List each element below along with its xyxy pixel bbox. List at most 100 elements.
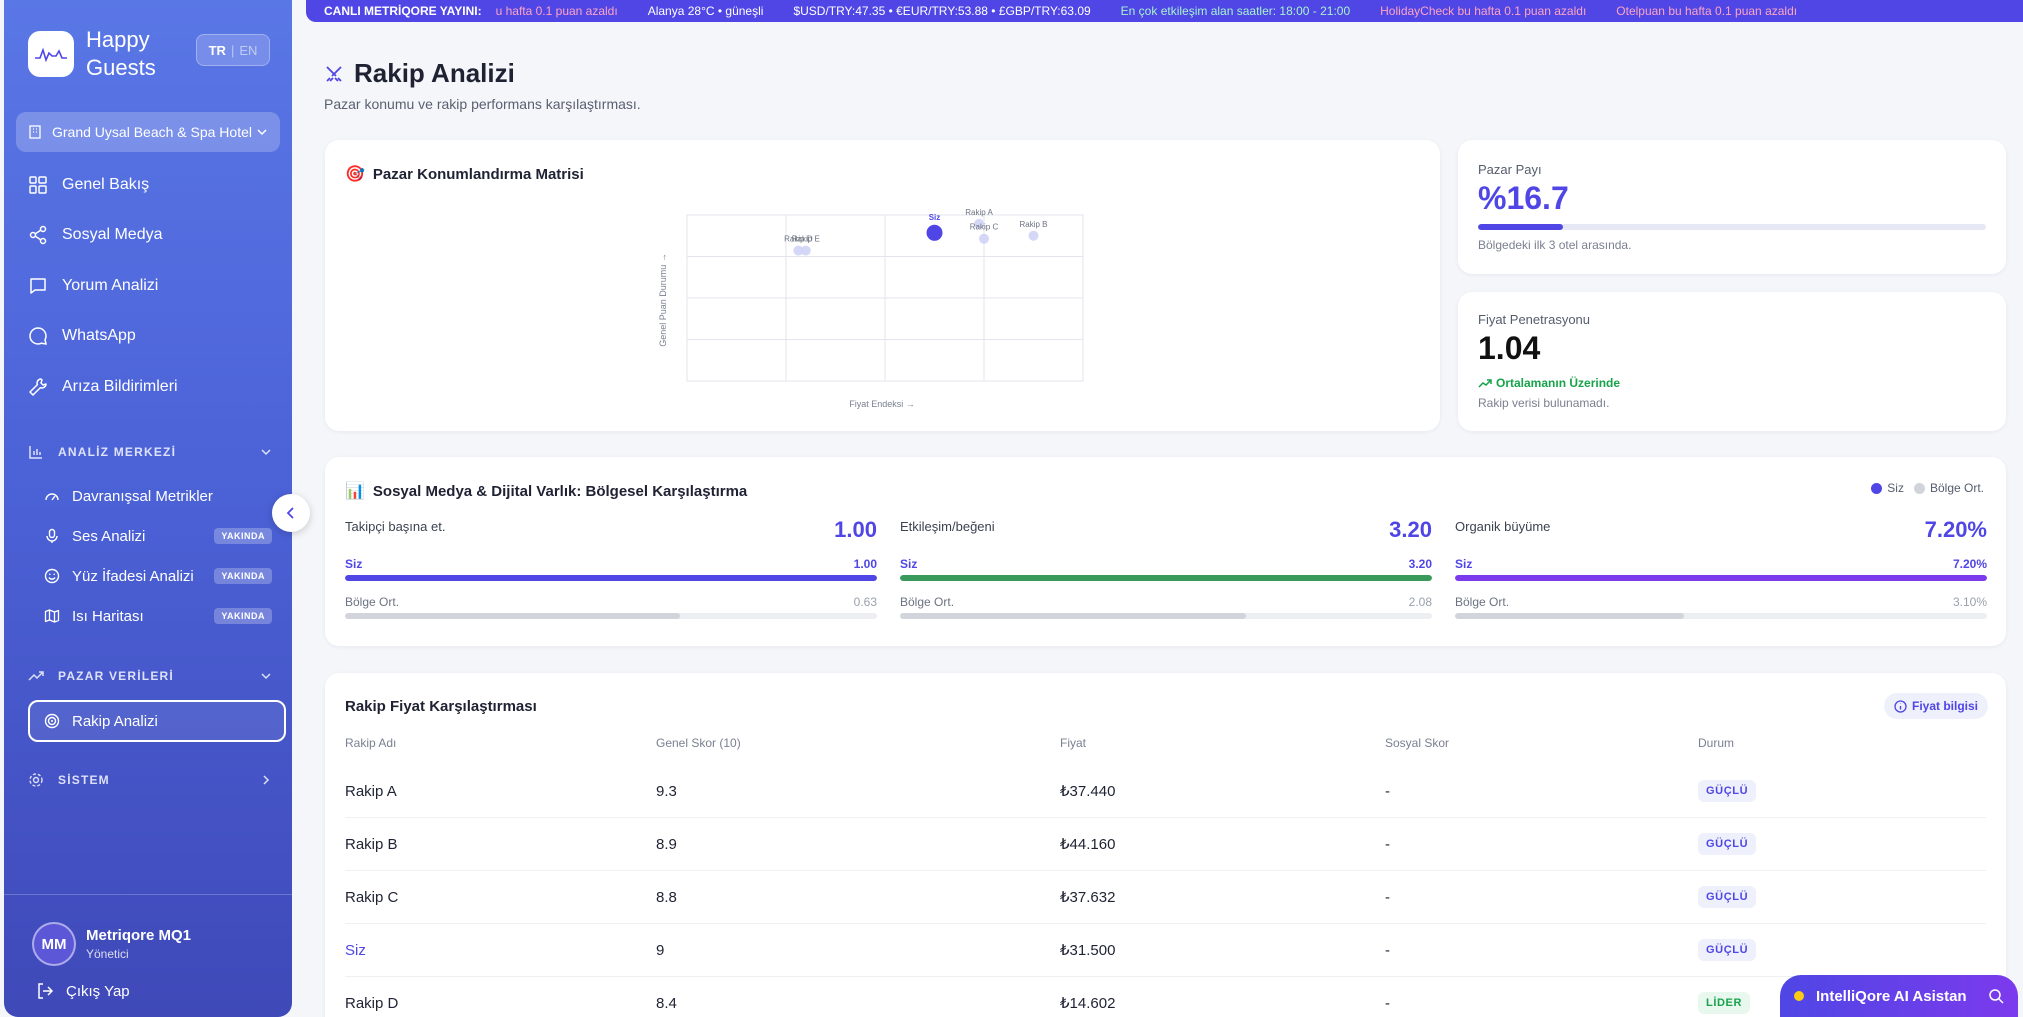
nav-ariza-bildirimleri[interactable]: Arıza Bildirimleri <box>28 372 178 402</box>
legend-dot-you <box>1871 482 1883 494</box>
you-bar <box>900 575 1432 581</box>
page-title: Rakip Analizi <box>324 58 515 89</box>
section-pazar-verileri[interactable]: PAZAR VERİLERİ <box>28 666 272 686</box>
table-row: Rakip D 8.4 ₺14.602 - LİDER <box>345 977 1986 1017</box>
you-label: Siz <box>900 557 918 571</box>
nav-label: Sosyal Medya <box>62 226 163 243</box>
legend-avg: Bölge Ort. <box>1929 481 1984 495</box>
price-penetration-value: 1.04 <box>1478 330 1541 366</box>
logout-icon <box>38 983 54 999</box>
live-ticker: CANLI METRİQORE YAYINI: u hafta 0.1 puan… <box>306 0 2023 22</box>
cell-score: 8.8 <box>656 888 677 906</box>
target-icon <box>44 713 60 729</box>
trending-up-icon <box>1478 379 1492 388</box>
cell-price: ₺44.160 <box>1060 836 1116 853</box>
metric-takipci: Takipçi başına et. 1.00 Siz 1.00 Bölge Or… <box>345 517 877 619</box>
section-title: ANALİZ MERKEZİ <box>58 445 177 459</box>
logout-button[interactable]: Çıkış Yap <box>36 982 130 1000</box>
price-info-button[interactable]: Fiyat bilgisi <box>1883 693 1988 719</box>
cell-social: - <box>1385 941 1390 959</box>
nav-label: Yorum Analizi <box>62 277 159 294</box>
status-badge: GÜÇLÜ <box>1698 780 1757 802</box>
message-icon <box>30 278 46 294</box>
market-share-label: Pazar Payı <box>1478 162 1542 177</box>
section-title: SİSTEM <box>58 773 110 787</box>
user-role: Yönetici <box>86 947 129 961</box>
ai-assistant-button[interactable]: IntelliQore AI Asistan <box>1780 975 2018 1017</box>
sub-label: Yüz İfadesi Analizi <box>72 567 194 585</box>
avg-value: 2.08 <box>1408 595 1432 609</box>
cell-status: GÜÇLÜ <box>1698 871 1757 923</box>
table-header: Rakip Adı Genel Skor (10) Fiyat Sosyal S… <box>345 733 1986 753</box>
nav-whatsapp[interactable]: WhatsApp <box>28 321 136 351</box>
language-switch[interactable]: TR | EN <box>196 34 270 66</box>
ticker-live-label: CANLI METRİQORE YAYINI: <box>324 4 482 18</box>
sub-label: Isı Haritası <box>72 607 144 625</box>
social-comparison-card: 📊 Sosyal Medya & Dijital Varlık: Bölgese… <box>325 457 2006 646</box>
cell-social: - <box>1385 835 1390 853</box>
price-table-card: Rakip Fiyat Karşılaştırması Fiyat bilgis… <box>325 673 2006 1017</box>
lang-en[interactable]: EN <box>239 43 257 58</box>
chevron-left-icon <box>286 507 294 519</box>
table-row: Siz 9 ₺31.500 - GÜÇLÜ <box>345 924 1986 977</box>
section-sistem[interactable]: SİSTEM <box>28 770 272 790</box>
user-profile[interactable]: MM Metriqore MQ1 Yönetici <box>32 922 191 966</box>
metric-value: 1.00 <box>834 517 877 542</box>
nav-yorum-analizi[interactable]: Yorum Analizi <box>28 271 158 301</box>
bar-chart-icon: 📊 <box>345 483 365 500</box>
market-share-fill <box>1478 224 1563 230</box>
status-badge: GÜÇLÜ <box>1698 939 1757 961</box>
gauge-icon <box>45 493 59 501</box>
metric-organik: Organik büyüme 7.20% Siz 7.20% Bölge Ort.… <box>1455 517 1987 619</box>
nav-genel-bakis[interactable]: Genel Bakış <box>28 170 149 200</box>
market-share-note: Bölgedeki ilk 3 otel arasında. <box>1478 238 1632 252</box>
info-icon <box>1894 699 1907 713</box>
metric-value: 7.20% <box>1924 517 1987 542</box>
ticker-item: Otelpuan bu hafta 0.1 puan azaldı <box>1616 4 1798 18</box>
avg-value: 0.63 <box>853 595 877 609</box>
sub-isi-haritasi[interactable]: Isı Haritası YAKINDA <box>44 603 272 629</box>
sub-yuz-ifadesi-analizi[interactable]: Yüz İfadesi Analizi YAKINDA <box>44 563 272 589</box>
avatar: MM <box>32 922 76 966</box>
cell-price: ₺31.500 <box>1060 942 1116 959</box>
cell-price: ₺14.602 <box>1060 995 1116 1012</box>
avg-bar <box>345 613 877 619</box>
you-bar-fill <box>900 575 1432 581</box>
hotel-selector[interactable]: Grand Uysal Beach & Spa Hotel <box>16 112 280 152</box>
point-label: Rakip B <box>1019 220 1047 229</box>
soon-badge: YAKINDA <box>214 528 272 544</box>
social-title: 📊 Sosyal Medya & Dijital Varlık: Bölgese… <box>345 482 748 501</box>
scatter-point[interactable] <box>1028 230 1039 241</box>
chevron-right-icon <box>263 775 270 785</box>
you-bar-fill <box>1455 575 1987 581</box>
sub-label: Rakip Analizi <box>72 712 158 730</box>
th-score: Genel Skor (10) <box>656 736 741 750</box>
cell-score: 8.4 <box>656 994 677 1012</box>
nav-sosyal-medya[interactable]: Sosyal Medya <box>28 220 163 250</box>
gear-icon <box>29 773 43 787</box>
lang-tr[interactable]: TR <box>209 43 226 58</box>
lang-separator: | <box>230 42 235 58</box>
brand[interactable]: Happy Guests <box>28 26 176 82</box>
nav-label: WhatsApp <box>62 327 136 344</box>
you-bar <box>1455 575 1987 581</box>
chevron-down-icon <box>257 129 267 136</box>
sidebar-collapse-button[interactable] <box>272 494 310 532</box>
sub-ses-analizi[interactable]: Ses Analizi YAKINDA <box>44 523 272 549</box>
social-legend: Siz Bölge Ort. <box>1871 481 1984 495</box>
grid-icon <box>29 176 47 194</box>
chat-bubble-icon <box>29 327 47 345</box>
scatter-point[interactable] <box>800 245 811 256</box>
scatter-point[interactable] <box>926 224 943 241</box>
ticker-item: Alanya 28°C • güneşli <box>647 4 764 18</box>
cell-social: - <box>1385 994 1390 1012</box>
avg-bar-fill <box>1455 613 1684 619</box>
table-row: Rakip C 8.8 ₺37.632 - GÜÇLÜ <box>345 871 1986 924</box>
user-name: Metriqore MQ1 <box>86 927 192 944</box>
you-value: 3.20 <box>1408 557 1432 571</box>
sub-rakip-analizi[interactable]: Rakip Analizi <box>28 700 286 742</box>
point-label: Siz <box>929 213 941 222</box>
section-analiz-merkezi[interactable]: ANALİZ MERKEZİ <box>28 442 272 462</box>
scatter-point[interactable] <box>979 233 989 244</box>
sub-davranissal-metrikler[interactable]: Davranışsal Metrikler <box>44 483 272 509</box>
